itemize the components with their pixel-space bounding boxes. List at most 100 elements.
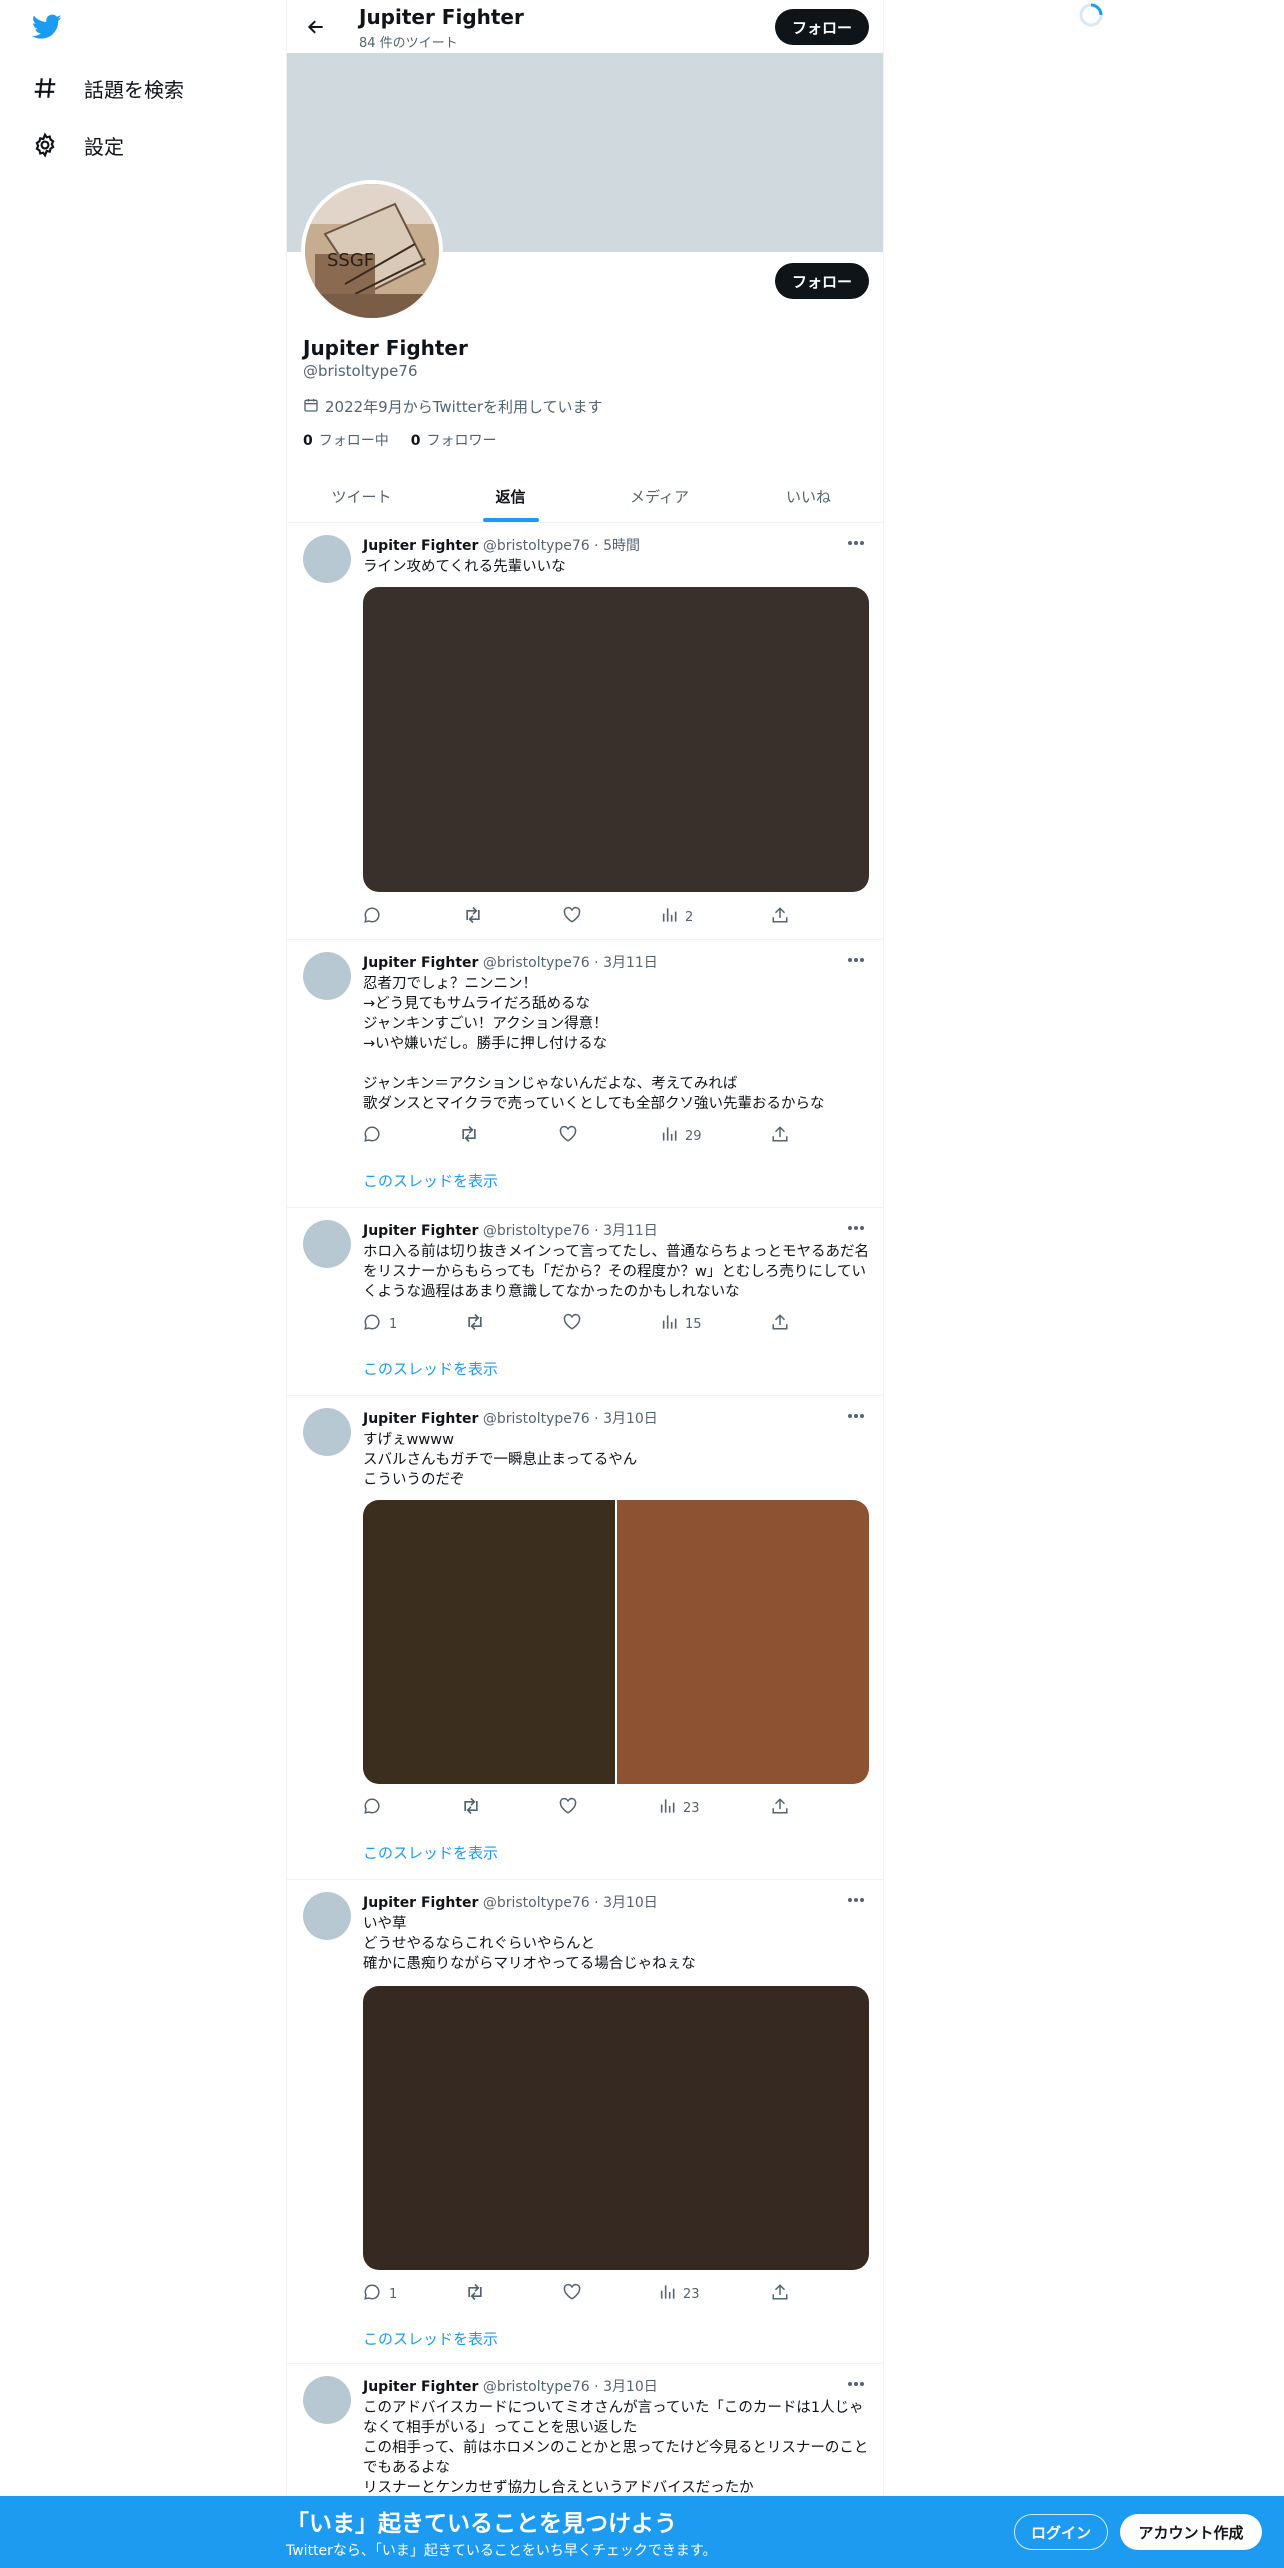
show-thread-link[interactable]: このスレッドを表示: [363, 1170, 498, 1191]
nav-explore[interactable]: 話題を検索: [28, 64, 184, 112]
profile-follow-button[interactable]: フォロー: [775, 263, 869, 299]
tab-media[interactable]: メディア: [585, 470, 734, 522]
tweet-media[interactable]: [363, 587, 869, 892]
heart-icon: [559, 1797, 577, 1819]
tweet-author-name[interactable]: Jupiter Fighter: [363, 955, 478, 971]
tweet-author-name[interactable]: Jupiter Fighter: [363, 1411, 478, 1427]
views-button[interactable]: 15: [661, 1312, 702, 1336]
more-icon[interactable]: [843, 533, 869, 553]
followers-count: 0: [410, 433, 421, 449]
show-thread-link[interactable]: このスレッドを表示: [363, 1842, 498, 1863]
views-count: 23: [683, 2286, 700, 2302]
share-button[interactable]: [771, 1796, 789, 1820]
bottom-bar-subtitle: Twitterなら、「いま」起きていることをいち早くチェックできます。: [286, 2543, 717, 2559]
views-button[interactable]: 2: [661, 905, 693, 929]
retweet-button[interactable]: [459, 1124, 479, 1148]
back-arrow-icon[interactable]: [299, 10, 333, 44]
media-image[interactable]: [363, 1500, 615, 1784]
tweet-text: いや草 どうせやるならこれぐらいやらんと 確かに愚痴りながらマリオやってる場合じ…: [363, 1916, 696, 1972]
retweet-button[interactable]: [463, 905, 483, 929]
tab-replies[interactable]: 返信: [436, 470, 585, 522]
followers-stat[interactable]: 0 フォロワー: [411, 430, 497, 450]
tab-tweets[interactable]: ツイート: [287, 470, 436, 522]
avatar[interactable]: [303, 1408, 351, 1456]
share-button[interactable]: [771, 1312, 789, 1336]
retweet-button[interactable]: [461, 1796, 481, 1820]
reply-button[interactable]: [363, 1796, 389, 1820]
views-button[interactable]: 23: [659, 1796, 700, 1820]
tweet-text: すげぇwwww スバルさんもガチで一瞬息止まってるやん こういうのだぞ: [363, 1432, 638, 1488]
share-icon: [771, 1313, 789, 1335]
following-stat[interactable]: 0 フォロー中: [303, 430, 389, 450]
more-icon[interactable]: [843, 1890, 869, 1910]
more-icon[interactable]: [843, 2374, 869, 2394]
header-follow-button[interactable]: フォロー: [775, 9, 869, 45]
media-image[interactable]: [363, 1986, 869, 2270]
show-thread-link[interactable]: このスレッドを表示: [363, 1358, 498, 1379]
reply-icon: [363, 1313, 381, 1335]
share-button[interactable]: [771, 905, 789, 929]
avatar[interactable]: [303, 1892, 351, 1940]
share-icon: [771, 2283, 789, 2305]
views-button[interactable]: 23: [659, 2282, 700, 2306]
heart-icon: [563, 2283, 581, 2305]
reply-button[interactable]: 1: [363, 2282, 397, 2306]
tweet-meta: @bristoltype76 · 3月10日: [482, 2379, 658, 2395]
avatar[interactable]: [303, 2376, 351, 2424]
avatar[interactable]: [303, 952, 351, 1000]
like-button[interactable]: [559, 1124, 577, 1148]
bar-chart-icon: [661, 907, 677, 927]
tweet-media[interactable]: [363, 1500, 869, 1784]
reply-icon: [363, 1125, 381, 1147]
tweet-author-name[interactable]: Jupiter Fighter: [363, 538, 478, 554]
tweet-media[interactable]: [363, 1986, 869, 2270]
like-button[interactable]: [563, 905, 581, 929]
tweet[interactable]: Jupiter Fighter @bristoltype76 · 3月10日 い…: [287, 1880, 883, 2364]
reply-button[interactable]: 1: [363, 1312, 397, 1336]
tweet-actions: 23: [363, 1796, 803, 1820]
nav-settings[interactable]: 設定: [28, 121, 124, 169]
reply-icon: [363, 906, 381, 928]
avatar[interactable]: [303, 1220, 351, 1268]
share-button[interactable]: [771, 2282, 789, 2306]
reply-button[interactable]: [363, 905, 389, 929]
retweet-button[interactable]: [465, 2282, 485, 2306]
bar-chart-icon: [661, 1314, 677, 1334]
bar-chart-icon: [659, 2284, 675, 2304]
reply-count: 1: [389, 2286, 398, 2302]
retweet-button[interactable]: [465, 1312, 485, 1336]
tweet[interactable]: Jupiter Fighter @bristoltype76 · 5時間 ライン…: [287, 523, 883, 940]
avatar[interactable]: [303, 535, 351, 583]
more-icon[interactable]: [843, 1218, 869, 1238]
tab-likes[interactable]: いいね: [734, 470, 883, 522]
like-button[interactable]: [563, 2282, 581, 2306]
header-name: Jupiter Fighter: [359, 5, 524, 29]
more-icon[interactable]: [843, 950, 869, 970]
profile-handle: @bristoltype76: [303, 362, 418, 380]
bottom-bar-title: 「いま」起きていることを見つけよう: [286, 2511, 677, 2537]
tweet-author-name[interactable]: Jupiter Fighter: [363, 1895, 478, 1911]
tweet-author-name[interactable]: Jupiter Fighter: [363, 2379, 478, 2395]
tweet[interactable]: Jupiter Fighter @bristoltype76 · 3月11日 ホ…: [287, 1208, 883, 1396]
reply-button[interactable]: [363, 1124, 389, 1148]
more-icon[interactable]: [843, 1406, 869, 1426]
like-button[interactable]: [563, 1312, 581, 1336]
like-button[interactable]: [559, 1796, 577, 1820]
tweet-author-name[interactable]: Jupiter Fighter: [363, 1223, 478, 1239]
tweet-meta: @bristoltype76 · 3月10日: [482, 1895, 658, 1911]
tweet[interactable]: Jupiter Fighter @bristoltype76 · 3月11日 忍…: [287, 940, 883, 1208]
share-button[interactable]: [771, 1124, 789, 1148]
tweet[interactable]: Jupiter Fighter @bristoltype76 · 3月10日 す…: [287, 1396, 883, 1880]
signup-button[interactable]: アカウント作成: [1120, 2514, 1262, 2550]
tweet-actions: 1 15: [363, 1312, 803, 1336]
share-icon: [771, 1797, 789, 1819]
retweet-icon: [459, 1125, 479, 1147]
show-thread-link[interactable]: このスレッドを表示: [363, 2328, 498, 2349]
media-image[interactable]: [363, 587, 869, 892]
views-button[interactable]: 29: [661, 1124, 702, 1148]
profile-avatar[interactable]: SSGF: [301, 180, 443, 322]
media-image[interactable]: [617, 1500, 869, 1784]
twitter-bird-icon[interactable]: [31, 14, 62, 40]
login-button[interactable]: ログイン: [1014, 2514, 1108, 2550]
share-icon: [771, 1125, 789, 1147]
